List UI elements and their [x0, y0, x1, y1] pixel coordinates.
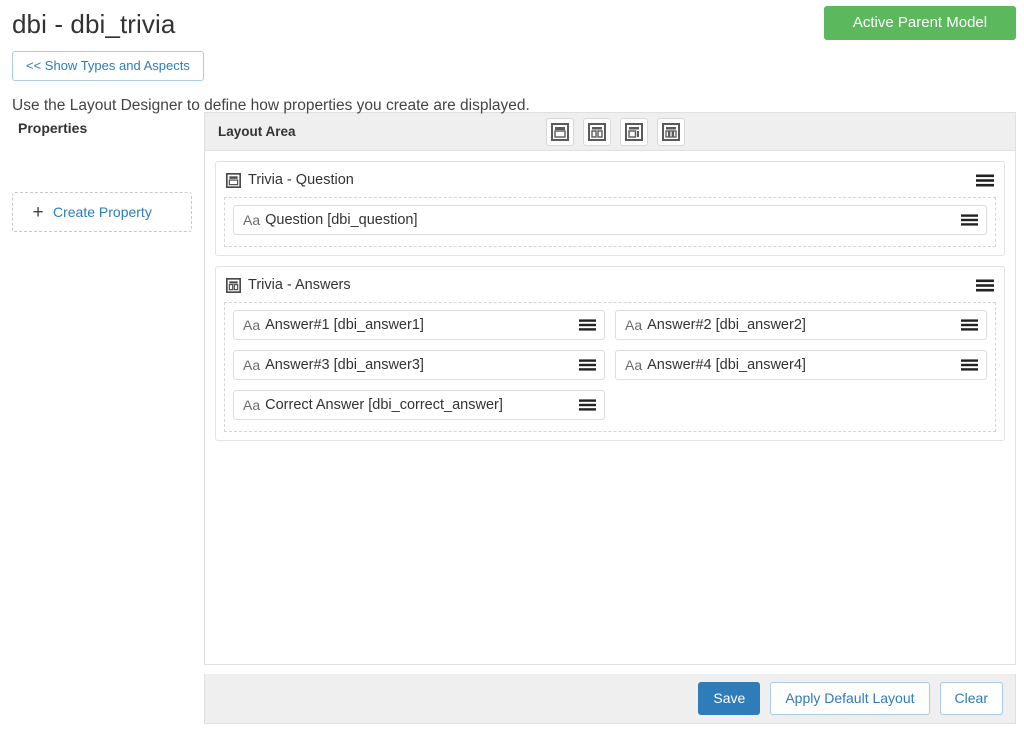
layout-designer: Properties + Create Property Layout Area [0, 112, 1024, 724]
property-field[interactable]: Aa Answer#3 [dbi_answer3] [233, 350, 605, 380]
property-field-label: Answer#3 [dbi_answer3] [265, 357, 424, 373]
text-property-icon: Aa [625, 357, 643, 373]
plus-icon: + [32, 201, 44, 223]
layout-column: Aa Answer#3 [dbi_answer3] [233, 350, 610, 390]
property-field-label: Answer#2 [dbi_answer2] [647, 317, 806, 333]
property-field-label: Correct Answer [dbi_correct_answer] [265, 397, 503, 413]
layout-section[interactable]: Trivia - Question Aa Question [dbi_quest… [215, 161, 1005, 256]
field-drag-handle-icon[interactable] [579, 399, 596, 411]
property-field[interactable]: Aa Answer#1 [dbi_answer1] [233, 310, 605, 340]
two-equal-columns-layout-icon[interactable] [583, 117, 611, 146]
layout-section-header: Trivia - Answers [224, 273, 996, 297]
three-columns-layout-icon[interactable] [657, 117, 685, 146]
layout-area-footer: Save Apply Default Layout Clear [204, 674, 1016, 724]
create-property-button[interactable]: + Create Property [12, 192, 192, 232]
layout-column: Aa Answer#1 [dbi_answer1] [233, 310, 610, 350]
layout-column: Aa Correct Answer [dbi_correct_answer] [233, 390, 610, 430]
property-field-label: Answer#1 [dbi_answer1] [265, 317, 424, 333]
layout-section-title: Trivia - Question [248, 171, 354, 188]
layout-section-header: Trivia - Question [224, 168, 996, 192]
text-property-icon: Aa [625, 317, 643, 333]
property-field-label: Answer#4 [dbi_answer4] [647, 357, 806, 373]
page-header: dbi - dbi_trivia Active Parent Model << … [0, 0, 1024, 114]
property-field[interactable]: Aa Question [dbi_question] [233, 205, 987, 235]
property-field[interactable]: Aa Correct Answer [dbi_correct_answer] [233, 390, 605, 420]
property-field[interactable]: Aa Answer#4 [dbi_answer4] [615, 350, 987, 380]
field-drag-handle-icon[interactable] [579, 319, 596, 331]
layout-area-title: Layout Area [218, 124, 296, 139]
text-property-icon: Aa [243, 212, 261, 228]
properties-panel: Properties + Create Property [12, 112, 192, 232]
layout-column-empty [610, 390, 987, 430]
field-drag-handle-icon[interactable] [961, 319, 978, 331]
layout-tools-toolbar [546, 117, 1007, 146]
text-property-icon: Aa [243, 317, 261, 333]
intro-text: Use the Layout Designer to define how pr… [12, 97, 530, 114]
layout-section-title: Trivia - Answers [248, 276, 351, 293]
layout-column: Aa Answer#2 [dbi_answer2] [610, 310, 987, 350]
clear-button[interactable]: Clear [939, 682, 1003, 715]
layout-area-panel: Layout Area Trivia - Question Aa Questio… [204, 112, 1016, 724]
properties-title: Properties [18, 120, 88, 136]
field-drag-handle-icon[interactable] [579, 359, 596, 371]
section-drag-handle-icon[interactable] [976, 279, 994, 292]
section-drag-handle-icon[interactable] [976, 174, 994, 187]
show-types-and-aspects-button[interactable]: << Show Types and Aspects [12, 51, 204, 81]
layout-area-body: Trivia - Question Aa Question [dbi_quest… [204, 150, 1016, 665]
text-property-icon: Aa [243, 357, 261, 373]
layout-area-header: Layout Area [204, 112, 1016, 150]
layout-column: Aa Answer#4 [dbi_answer4] [610, 350, 987, 390]
two-equal-columns-layout-icon [226, 277, 241, 293]
create-property-label: Create Property [53, 204, 152, 220]
field-drag-handle-icon[interactable] [961, 359, 978, 371]
save-button[interactable]: Save [698, 682, 761, 715]
layout-section-dropzone[interactable]: Aa Answer#1 [dbi_answer1] Aa Answer#2 [d… [224, 302, 996, 432]
field-drag-handle-icon[interactable] [961, 214, 978, 226]
text-property-icon: Aa [243, 397, 261, 413]
layout-section[interactable]: Trivia - Answers Aa Answer#1 [dbi_answer… [215, 266, 1005, 441]
layout-column: Aa Question [dbi_question] [233, 205, 987, 245]
single-column-layout-icon [226, 172, 241, 188]
wide-narrow-columns-layout-icon[interactable] [620, 117, 648, 146]
apply-default-layout-button[interactable]: Apply Default Layout [770, 682, 930, 715]
status-badge[interactable]: Active Parent Model [824, 6, 1016, 40]
single-column-layout-icon[interactable] [546, 117, 574, 146]
property-field[interactable]: Aa Answer#2 [dbi_answer2] [615, 310, 987, 340]
layout-section-dropzone[interactable]: Aa Question [dbi_question] [224, 197, 996, 247]
property-field-label: Question [dbi_question] [265, 212, 418, 228]
